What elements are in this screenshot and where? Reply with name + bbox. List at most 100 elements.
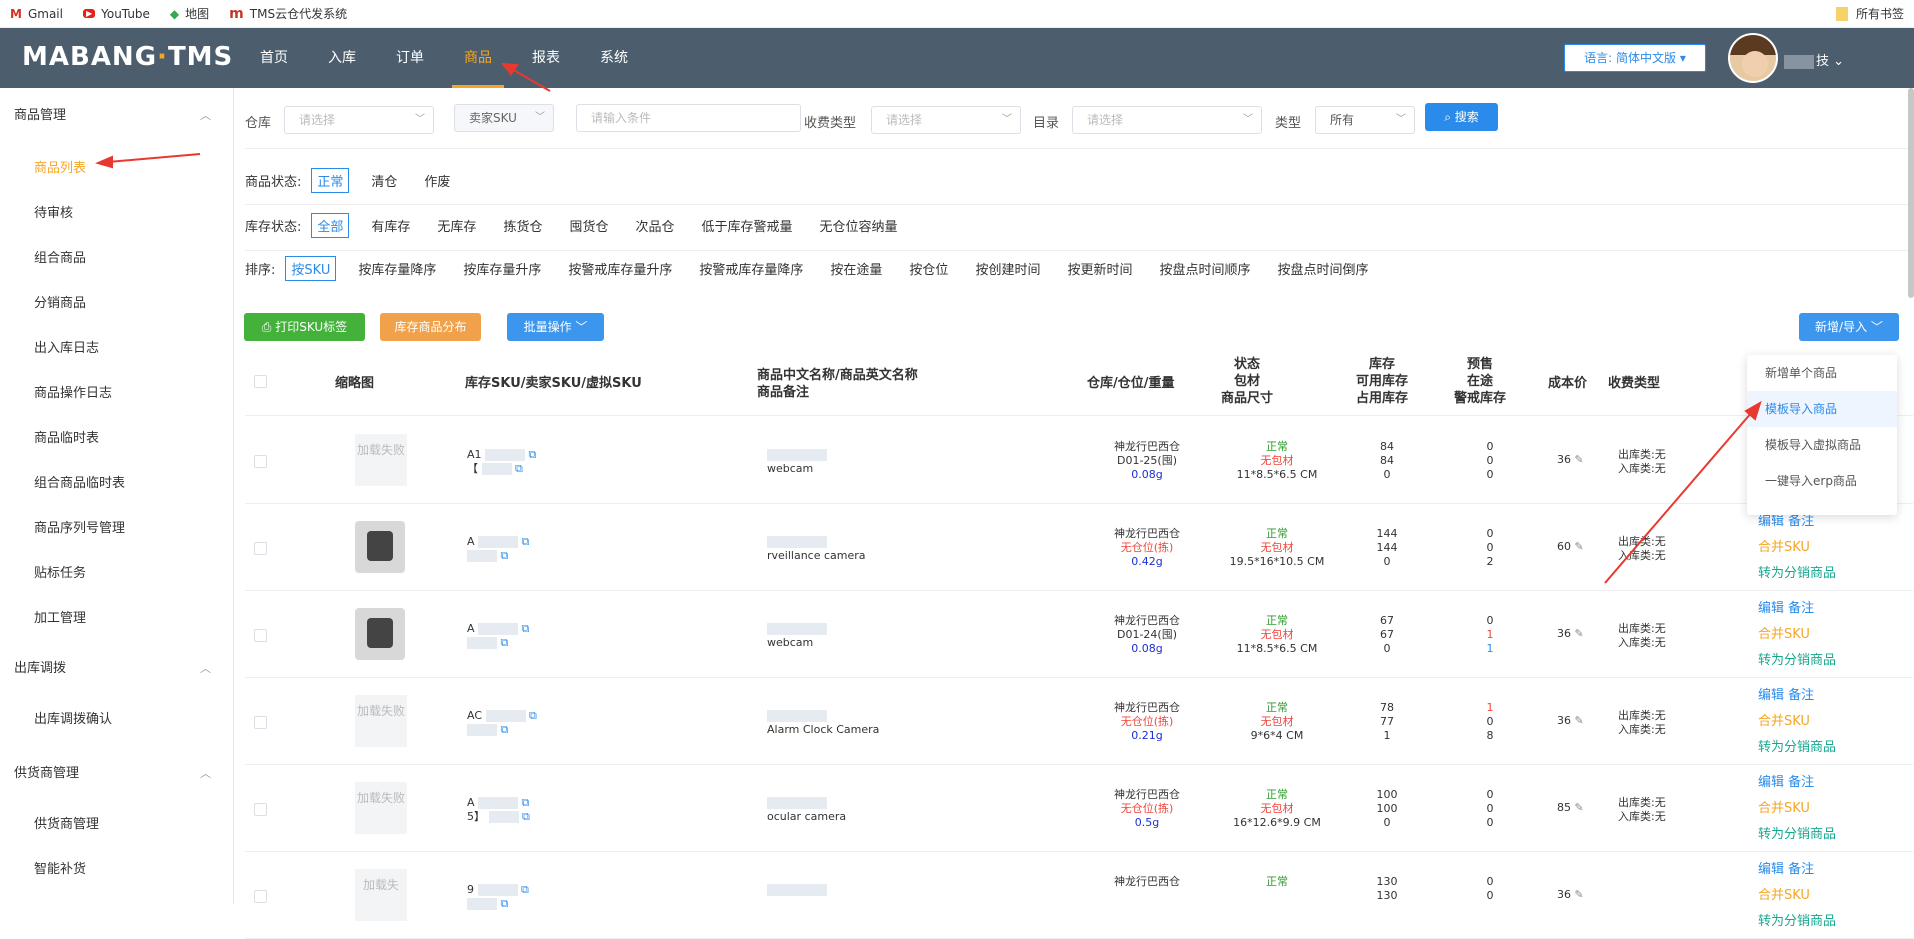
sidebar-item-processing[interactable]: 加工管理 — [0, 596, 233, 641]
nav-reports[interactable]: 报表 — [512, 28, 580, 88]
to-distribution-link[interactable]: 转为分销商品 — [1758, 561, 1836, 587]
sku-type-select[interactable]: 卖家SKU ﹀ — [454, 104, 554, 132]
type-select[interactable]: 所有 ﹀ — [1315, 106, 1415, 134]
sidebar-item-inout-log[interactable]: 出入库日志 — [0, 326, 233, 371]
sort-check-asc[interactable]: 按盘点时间顺序 — [1154, 256, 1255, 281]
batch-operation-button[interactable]: 批量操作 ﹀ — [507, 313, 604, 341]
merge-sku-link[interactable]: 合并SKU — [1758, 883, 1836, 909]
bookmark-gmail[interactable]: M Gmail — [10, 7, 63, 21]
edit-icon[interactable]: ✎ — [1575, 453, 1584, 466]
nav-inbound[interactable]: 入库 — [308, 28, 376, 88]
edit-icon[interactable]: ✎ — [1575, 714, 1584, 727]
select-all-checkbox[interactable] — [254, 375, 267, 388]
copy-icon[interactable]: ⧉ — [501, 636, 509, 649]
condition-input[interactable]: 请输入条件 — [576, 104, 801, 132]
edit-icon[interactable]: ✎ — [1575, 801, 1584, 814]
sidebar-item-product-list[interactable]: 商品列表 — [0, 146, 233, 191]
edit-icon[interactable]: ✎ — [1575, 888, 1584, 901]
bookmark-youtube[interactable]: ▶ YouTube — [82, 7, 150, 21]
nav-products[interactable]: 商品 — [444, 28, 512, 88]
copy-icon[interactable]: ⧉ — [501, 549, 509, 562]
merge-sku-link[interactable]: 合并SKU — [1758, 622, 1836, 648]
edit-link[interactable]: 编辑 — [1758, 601, 1784, 616]
row-checkbox[interactable] — [254, 890, 267, 903]
sidebar-item-pending[interactable]: 待审核 — [0, 191, 233, 236]
bookmark-maps[interactable]: ◆ 地图 — [170, 5, 209, 22]
nav-orders[interactable]: 订单 — [376, 28, 444, 88]
row-checkbox[interactable] — [254, 716, 267, 729]
sidebar-item-combo-temp[interactable]: 组合商品临时表 — [0, 461, 233, 506]
stock-distribution-button[interactable]: 库存商品分布 — [380, 313, 481, 341]
sidebar-item-replenish[interactable]: 智能补货 — [0, 847, 233, 892]
stock-hoard[interactable]: 囤货仓 — [564, 213, 613, 238]
print-sku-label-button[interactable]: ⎙ 打印SKU标签 — [244, 313, 365, 341]
warehouse-select[interactable]: 请选择 ﹀ — [284, 106, 434, 134]
sort-updated[interactable]: 按更新时间 — [1062, 256, 1137, 281]
note-link[interactable]: 备注 — [1788, 688, 1814, 703]
note-link[interactable]: 备注 — [1788, 775, 1814, 790]
copy-icon[interactable]: ⧉ — [522, 796, 530, 809]
scrollbar[interactable] — [1908, 88, 1914, 298]
stock-in[interactable]: 有库存 — [366, 213, 415, 238]
note-link[interactable]: 备注 — [1788, 514, 1814, 529]
sort-alert-desc[interactable]: 按警戒库存量降序 — [694, 256, 808, 281]
language-select[interactable]: 语言: 简体中文版 ▾ — [1564, 44, 1706, 72]
sort-created[interactable]: 按创建时间 — [970, 256, 1045, 281]
sidebar-item-temp[interactable]: 商品临时表 — [0, 416, 233, 461]
copy-icon[interactable]: ⧉ — [501, 723, 509, 736]
stock-none[interactable]: 无库存 — [432, 213, 481, 238]
merge-sku-link[interactable]: 合并SKU — [1758, 796, 1836, 822]
menu-template-import-virtual[interactable]: 模板导入虚拟商品 — [1747, 427, 1897, 463]
sidebar-group-supplier[interactable]: 供货商管理 ︿ — [0, 746, 233, 802]
brand-logo[interactable]: MABANG·TMS — [22, 42, 233, 72]
row-checkbox[interactable] — [254, 803, 267, 816]
status-clearance[interactable]: 清仓 — [366, 168, 402, 193]
sidebar-item-distribution[interactable]: 分销商品 — [0, 281, 233, 326]
merge-sku-link[interactable]: 合并SKU — [1758, 535, 1836, 561]
fee-type-select[interactable]: 请选择 ﹀ — [871, 106, 1021, 134]
avatar[interactable] — [1728, 33, 1778, 83]
stock-pick[interactable]: 拣货仓 — [498, 213, 547, 238]
stock-defect[interactable]: 次品仓 — [630, 213, 679, 238]
copy-icon[interactable]: ⧉ — [521, 883, 529, 896]
copy-icon[interactable]: ⧉ — [522, 622, 530, 635]
note-link[interactable]: 备注 — [1788, 862, 1814, 877]
nav-home[interactable]: 首页 — [240, 28, 308, 88]
edit-link[interactable]: 编辑 — [1758, 862, 1784, 877]
all-bookmarks[interactable]: 所有书签 — [1835, 5, 1904, 22]
category-select[interactable]: 请选择 ﹀ — [1072, 106, 1262, 134]
to-distribution-link[interactable]: 转为分销商品 — [1758, 909, 1836, 935]
row-checkbox[interactable] — [254, 629, 267, 642]
merge-sku-link[interactable]: 合并SKU — [1758, 709, 1836, 735]
edit-icon[interactable]: ✎ — [1575, 540, 1584, 553]
sort-location[interactable]: 按仓位 — [904, 256, 953, 281]
copy-icon[interactable]: ⧉ — [522, 535, 530, 548]
sidebar-item-transfer-confirm[interactable]: 出库调拨确认 — [0, 697, 233, 742]
sort-alert-asc[interactable]: 按警戒库存量升序 — [563, 256, 677, 281]
sidebar-item-op-log[interactable]: 商品操作日志 — [0, 371, 233, 416]
edit-link[interactable]: 编辑 — [1758, 775, 1784, 790]
sidebar-item-supplier[interactable]: 供货商管理 — [0, 802, 233, 847]
to-distribution-link[interactable]: 转为分销商品 — [1758, 648, 1836, 674]
menu-import-erp[interactable]: 一键导入erp商品 — [1747, 463, 1897, 499]
nav-system[interactable]: 系统 — [580, 28, 648, 88]
status-void[interactable]: 作废 — [419, 168, 455, 193]
edit-icon[interactable]: ✎ — [1575, 627, 1584, 640]
sort-check-desc[interactable]: 按盘点时间倒序 — [1272, 256, 1373, 281]
stock-all[interactable]: 全部 — [311, 213, 350, 238]
sidebar-group-transfer[interactable]: 出库调拨 ︿ — [0, 641, 233, 697]
stock-below-alert[interactable]: 低于库存警戒量 — [696, 213, 797, 238]
sidebar-group-products[interactable]: 商品管理 ︿ — [0, 88, 233, 144]
sort-transit[interactable]: 按在途量 — [825, 256, 887, 281]
to-distribution-link[interactable]: 转为分销商品 — [1758, 735, 1836, 761]
edit-link[interactable]: 编辑 — [1758, 514, 1784, 529]
sidebar-item-serial[interactable]: 商品序列号管理 — [0, 506, 233, 551]
edit-link[interactable]: 编辑 — [1758, 688, 1784, 703]
copy-icon[interactable]: ⧉ — [522, 810, 530, 823]
to-distribution-link[interactable]: 转为分销商品 — [1758, 822, 1836, 848]
copy-icon[interactable]: ⧉ — [515, 462, 523, 475]
sort-sku[interactable]: 按SKU — [285, 256, 337, 281]
copy-icon[interactable]: ⧉ — [529, 709, 537, 722]
search-button[interactable]: ⌕ 搜索 — [1425, 103, 1498, 131]
user-menu[interactable]: 技 ⌄ — [1784, 50, 1844, 69]
